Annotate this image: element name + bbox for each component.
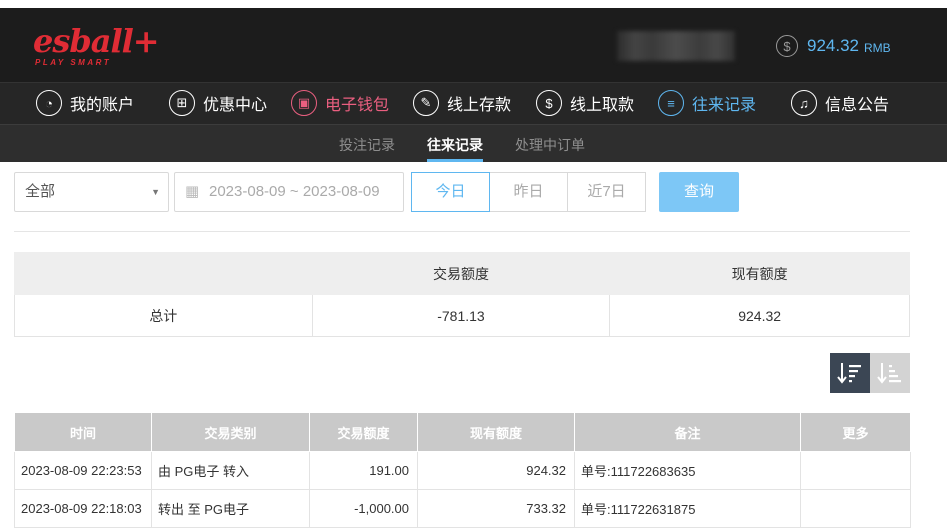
user-icon: ◔ <box>36 90 62 116</box>
sort-ascending-button[interactable] <box>870 353 910 393</box>
records-header-row: 时间 交易类别 交易额度 现有额度 备注 更多 <box>14 412 911 452</box>
summary-total-balance: 924.32 <box>609 294 910 337</box>
last-7-days-button[interactable]: 近7日 <box>567 172 646 212</box>
nav-item-announcements[interactable]: ♫ 信息公告 <box>791 88 889 118</box>
gift-icon: ⊞ <box>169 90 195 116</box>
summary-header-balance: 现有额度 <box>609 252 910 295</box>
sort-descending-button[interactable] <box>830 353 870 393</box>
nav-item-label: 我的账户 <box>70 97 135 114</box>
cell-amount: 191.00 <box>309 451 418 490</box>
summary-header-blank <box>14 252 313 295</box>
logo-text: esball+ <box>33 22 160 60</box>
nav-item-label: 线上存款 <box>447 97 512 114</box>
table-row: 2023-08-09 22:18:03 转出 至 PG电子 -1,000.00 … <box>14 489 911 528</box>
bell-icon: ♫ <box>791 90 817 116</box>
nav-item-label: 电子钱包 <box>325 97 390 114</box>
wallet-icon: ▣ <box>291 90 317 116</box>
summary-table: 交易额度 现有额度 总计 -781.13 924.32 <box>14 252 910 337</box>
nav-item-label: 信息公告 <box>825 97 890 114</box>
range-button-group: 今日 昨日 近7日 <box>411 172 646 212</box>
cell-time: 2023-08-09 22:23:53 <box>14 451 152 490</box>
divider <box>14 231 910 232</box>
col-header-amount: 交易额度 <box>309 412 418 452</box>
nav-item-deposit[interactable]: ✎ 线上存款 <box>413 88 511 118</box>
col-header-balance: 现有额度 <box>417 412 575 452</box>
nav-item-promotions[interactable]: ⊞ 优惠中心 <box>169 88 267 118</box>
nav-item-label: 线上取款 <box>570 97 635 114</box>
sort-asc-icon <box>877 363 901 384</box>
cell-more[interactable] <box>800 451 911 490</box>
tab-bet-records[interactable]: 投注记录 <box>339 135 395 155</box>
nav-item-my-account[interactable]: ◔ 我的账户 <box>36 88 134 118</box>
records-table: 时间 交易类别 交易额度 现有额度 备注 更多 2023-08-09 22:23… <box>14 412 911 528</box>
calendar-icon: ▦ <box>185 183 200 200</box>
blurred-username <box>617 31 735 61</box>
cell-balance: 924.32 <box>417 451 575 490</box>
balance-amount: 924.32 <box>807 36 859 55</box>
sort-desc-icon <box>837 363 861 384</box>
tab-transaction-records[interactable]: 往来记录 <box>427 135 483 155</box>
record-icon: ≡ <box>658 90 684 116</box>
nav-item-records[interactable]: ≡ 往来记录 <box>658 88 756 118</box>
balance-currency: RMB <box>864 40 891 55</box>
col-header-more: 更多 <box>800 412 911 452</box>
col-header-type: 交易类别 <box>151 412 310 452</box>
tab-pending-orders[interactable]: 处理中订单 <box>515 135 585 155</box>
cell-more[interactable] <box>800 489 911 528</box>
coin-icon: $ <box>776 35 798 57</box>
summary-row: 总计 -781.13 924.32 <box>14 294 910 337</box>
nav-item-label: 往来记录 <box>692 97 757 114</box>
col-header-time: 时间 <box>14 412 152 452</box>
date-range-input[interactable]: ▦ 2023-08-09 ~ 2023-08-09 <box>174 172 404 212</box>
logo-tagline: PLAY SMART <box>35 58 112 67</box>
cell-type: 由 PG电子 转入 <box>151 451 310 490</box>
col-header-note: 备注 <box>574 412 801 452</box>
nav-item-withdraw[interactable]: $ 线上取款 <box>536 88 634 118</box>
yesterday-button[interactable]: 昨日 <box>489 172 568 212</box>
summary-total-label: 总计 <box>14 294 313 337</box>
nav-item-e-wallet[interactable]: ▣ 电子钱包 <box>291 88 389 118</box>
summary-header-amount: 交易额度 <box>311 252 611 295</box>
withdraw-icon: $ <box>536 90 562 116</box>
query-button[interactable]: 查询 <box>659 172 739 212</box>
sub-nav: 投注记录 往来记录 处理中订单 <box>0 124 947 162</box>
active-tab-indicator <box>427 159 483 162</box>
cell-time: 2023-08-09 22:18:03 <box>14 489 152 528</box>
summary-header-row: 交易额度 现有额度 <box>14 252 910 295</box>
today-button[interactable]: 今日 <box>411 172 490 212</box>
deposit-icon: ✎ <box>413 90 439 116</box>
brand-logo[interactable]: esball+ PLAY SMART <box>33 24 160 72</box>
date-range-value: 2023-08-09 ~ 2023-08-09 <box>209 183 380 200</box>
nav-item-label: 优惠中心 <box>203 97 268 114</box>
cell-note: 单号:111722631875 <box>574 489 801 528</box>
summary-total-amount: -781.13 <box>311 294 611 337</box>
cell-balance: 733.32 <box>417 489 575 528</box>
top-strip <box>0 0 947 8</box>
table-row: 2023-08-09 22:23:53 由 PG电子 转入 191.00 924… <box>14 451 911 490</box>
cell-type: 转出 至 PG电子 <box>151 489 310 528</box>
caret-down-icon: ▼ <box>151 187 160 197</box>
cell-note: 单号:111722683635 <box>574 451 801 490</box>
type-select-value: 全部 <box>25 183 56 200</box>
header: esball+ PLAY SMART $ 924.32 RMB <box>0 8 947 82</box>
main-nav: ◔ 我的账户 ⊞ 优惠中心 ▣ 电子钱包 ✎ 线上存款 $ 线上取款 ≡ 往来记… <box>0 82 947 124</box>
balance-display: $ 924.32 RMB <box>776 34 891 58</box>
type-select[interactable]: 全部 ▼ <box>14 172 169 212</box>
cell-amount: -1,000.00 <box>309 489 418 528</box>
